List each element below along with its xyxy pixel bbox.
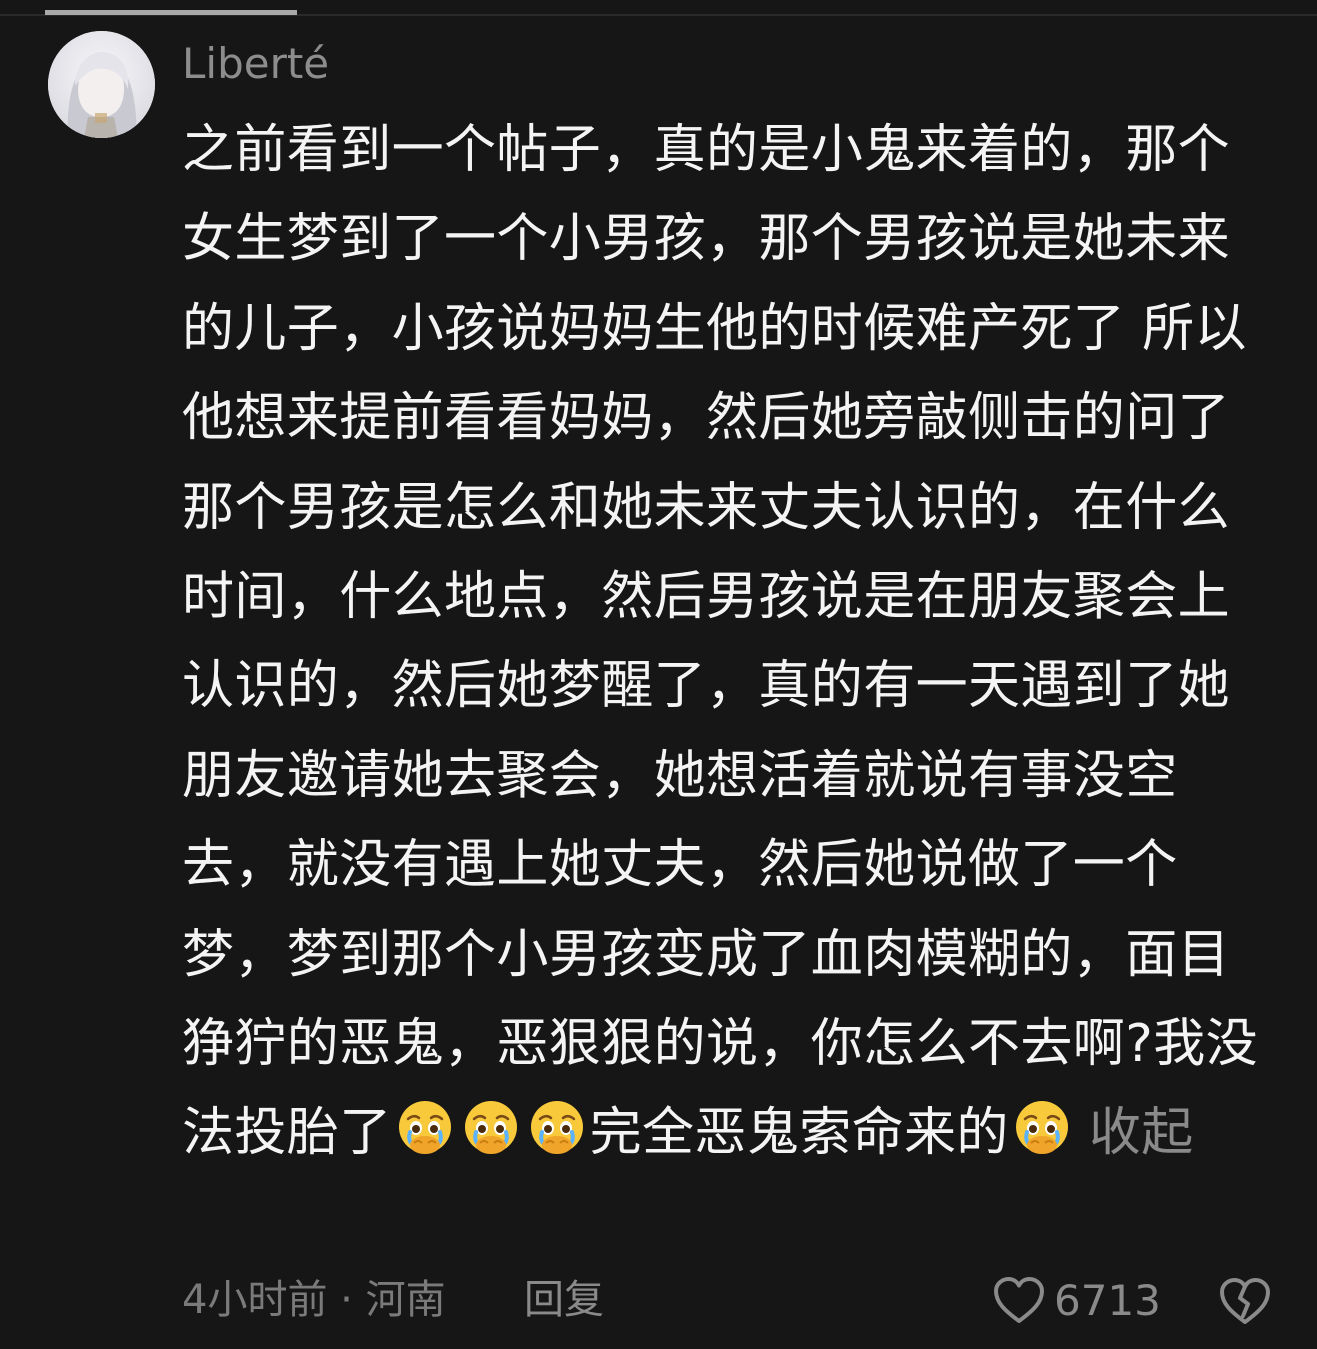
like-button[interactable]: 6713 bbox=[992, 1272, 1161, 1328]
like-count: 6713 bbox=[1054, 1275, 1161, 1325]
avatar[interactable] bbox=[48, 31, 155, 138]
comment-text-part2: 完全恶鬼索命来的 bbox=[589, 1103, 1009, 1164]
crying-face-emoji-icon bbox=[528, 1099, 586, 1157]
time-location: 4小时前 · 河南 bbox=[182, 1277, 446, 1323]
crying-face-emoji-icon bbox=[462, 1099, 520, 1157]
broken-heart-icon bbox=[1220, 1278, 1270, 1324]
comment-text-part1: 之前看到一个帖子，真的是小鬼来着的，那个女生梦到了一个小男孩，那个男孩说是她未来… bbox=[182, 120, 1259, 1164]
comment-text: 之前看到一个帖子，真的是小鬼来着的，那个女生梦到了一个小男孩，那个男孩说是她未来… bbox=[182, 106, 1264, 1179]
dislike-button[interactable] bbox=[1218, 1274, 1272, 1328]
avatar-image bbox=[48, 31, 155, 138]
tab-indicator bbox=[45, 10, 297, 15]
crying-face-emoji-icon bbox=[396, 1099, 454, 1157]
username[interactable]: Liberté bbox=[182, 36, 329, 92]
comment-meta: 4小时前 · 河南 回复 bbox=[182, 1272, 604, 1328]
heart-outline-icon bbox=[994, 1277, 1044, 1323]
reply-button[interactable]: 回复 bbox=[524, 1272, 604, 1328]
crying-face-emoji-icon bbox=[1013, 1099, 1071, 1157]
collapse-button[interactable]: 收起 bbox=[1089, 1103, 1194, 1163]
